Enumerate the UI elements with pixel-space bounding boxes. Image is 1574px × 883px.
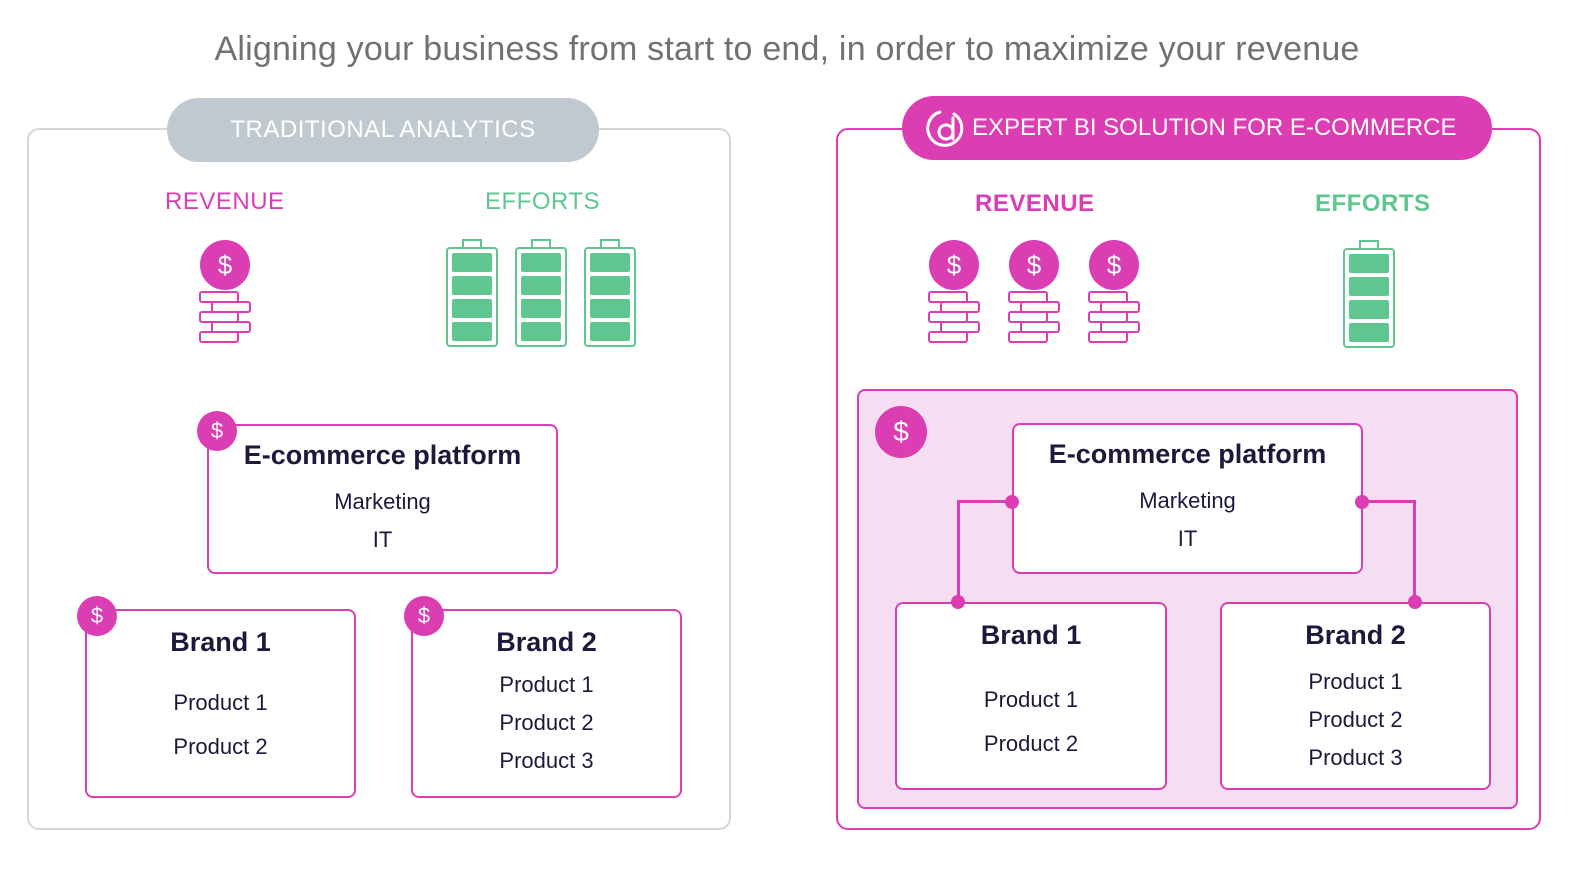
right-platform-card: E-commerce platform Marketing IT	[1012, 423, 1363, 574]
brand-title: Brand 2	[496, 627, 597, 657]
brand-title: Brand 2	[1305, 620, 1406, 650]
product-item: Product 1	[173, 690, 268, 715]
headline: Aligning your business from start to end…	[214, 30, 1360, 68]
connector-line	[1413, 500, 1416, 602]
dollar-badge-icon: $	[404, 596, 444, 636]
brand-logo-icon	[926, 110, 964, 147]
platform-title: E-commerce platform	[243, 440, 522, 470]
right-efforts-label: EFFORTS	[1315, 190, 1431, 217]
left-brand-2-card: Brand 2 Product 1 Product 2 Product 3	[411, 609, 682, 798]
brand-title: Brand 1	[170, 627, 271, 657]
connector-dot	[1355, 495, 1369, 509]
battery-icon	[1343, 240, 1395, 348]
svg-text:$: $	[218, 250, 233, 280]
connector-line	[1361, 500, 1416, 503]
battery-icon	[446, 239, 498, 347]
product-item: Product 1	[1308, 669, 1403, 694]
dollar-badge-icon: $	[77, 596, 117, 636]
platform-item: IT	[1177, 526, 1198, 551]
platform-item: Marketing	[334, 489, 431, 514]
connector-dot	[1005, 495, 1019, 509]
dollar-badge-icon: $	[197, 411, 237, 451]
svg-text:$: $	[947, 250, 962, 280]
coin-stack-icon: $	[198, 239, 252, 349]
product-item: Product 1	[499, 672, 594, 697]
battery-icon	[584, 239, 636, 347]
platform-title: E-commerce platform	[1048, 439, 1327, 469]
left-brand-1-card: Brand 1 Product 1 Product 2	[85, 609, 356, 798]
product-item: Product 2	[173, 734, 268, 759]
coin-stack-icon: $	[1087, 239, 1141, 349]
coin-stack-icon: $	[927, 239, 981, 349]
left-revenue-label: REVENUE	[165, 188, 285, 215]
right-brand-2-card: Brand 2 Product 1 Product 2 Product 3	[1220, 602, 1491, 790]
coin-stack-icon: $	[1007, 239, 1061, 349]
brand-title: Brand 1	[980, 620, 1082, 650]
product-item: Product 3	[499, 748, 594, 773]
right-brand-1-card: Brand 1 Product 1 Product 2	[895, 602, 1167, 790]
connector-line	[957, 500, 960, 602]
dollar-badge-icon: $	[875, 406, 927, 458]
expert-bi-title-pill: EXPERT BI SOLUTION FOR E-COMMERCE	[902, 96, 1492, 160]
product-item: Product 2	[499, 710, 594, 735]
traditional-analytics-title: TRADITIONAL ANALYTICS	[167, 98, 599, 162]
left-platform-card: E-commerce platform Marketing IT	[207, 424, 558, 574]
expert-bi-title: EXPERT BI SOLUTION FOR E-COMMERCE	[972, 114, 1457, 141]
connector-dot	[1408, 595, 1422, 609]
battery-icon	[515, 239, 567, 347]
product-item: Product 3	[1308, 745, 1403, 770]
svg-text:$: $	[1027, 250, 1042, 280]
left-efforts-label: EFFORTS	[485, 188, 601, 215]
svg-text:$: $	[1107, 250, 1122, 280]
right-revenue-label: REVENUE	[975, 190, 1095, 217]
platform-item: IT	[372, 527, 393, 552]
connector-dot	[951, 595, 965, 609]
product-item: Product 1	[983, 687, 1079, 712]
connector-line	[957, 500, 1012, 503]
product-item: Product 2	[1308, 707, 1403, 732]
product-item: Product 2	[983, 731, 1079, 756]
platform-item: Marketing	[1139, 488, 1236, 513]
